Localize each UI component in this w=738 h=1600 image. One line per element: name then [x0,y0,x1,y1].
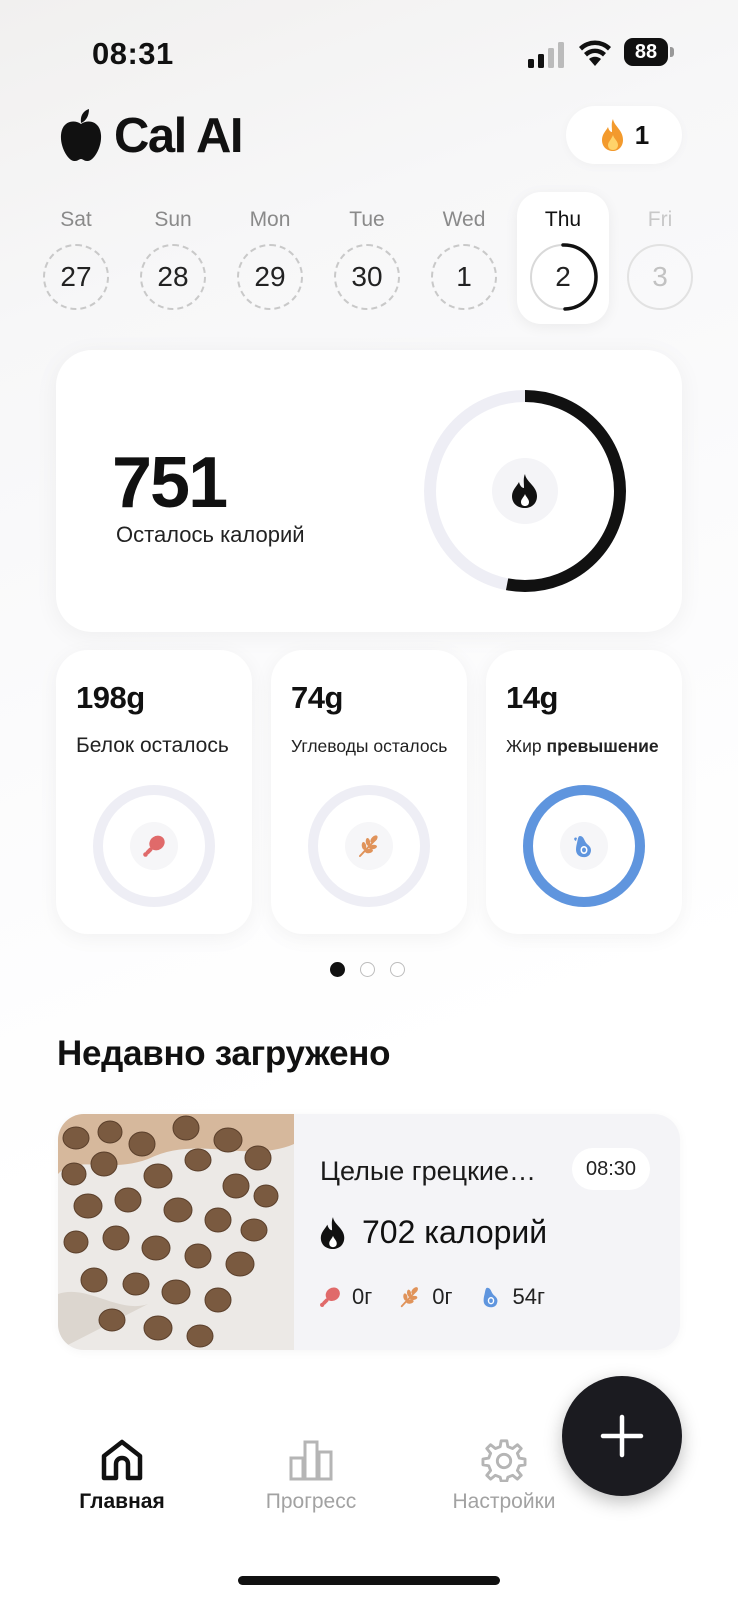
home-indicator [238,1576,500,1585]
day-sun[interactable]: Sun 28 [127,192,219,324]
day-tue[interactable]: Tue 30 [321,192,413,324]
day-thu[interactable]: Thu 2 [517,192,609,324]
day-name: Sun [154,208,192,231]
food-name: Целые грецкие… [320,1156,537,1186]
food-protein-value: 0г [352,1284,373,1309]
protein-label: Белок осталось [76,734,229,757]
day-date: 30 [334,244,400,310]
pager-dot[interactable] [330,962,345,977]
pager-dot[interactable] [390,962,405,977]
day-date: 1 [431,244,497,310]
nav-home-label: Главная [79,1490,165,1513]
flame-icon [512,474,537,508]
pager-dots [330,962,410,978]
food-photo [58,1114,294,1350]
week-strip: Sat 27 Sun 28 Mon 29 Tue 30 Wed 1 Thu 2 … [0,192,738,324]
bar-chart-icon [289,1440,333,1481]
food-calories-value: 702 калорий [362,1214,548,1250]
day-date: 27 [43,244,109,310]
recent-food-item[interactable]: Целые грецкие… 08:30 702 калорий 0г 0г 5… [58,1114,680,1350]
calories-card[interactable]: 751 Осталось калорий [56,350,682,632]
app-title: Cal AI [114,109,244,163]
day-date: 29 [237,244,303,310]
flame-icon [601,119,623,151]
app-header: Cal AI [58,104,244,168]
streak-button[interactable]: 1 [566,106,682,164]
fat-label-prefix: Жир [506,736,547,756]
wheat-icon [345,822,393,870]
wheat-icon [401,1287,419,1308]
nav-progress[interactable]: Прогресс [221,1438,401,1514]
day-name: Wed [442,208,486,231]
day-name: Sat [60,208,92,231]
day-wed[interactable]: Wed 1 [418,192,510,324]
carbs-value: 74g [291,680,343,715]
fat-label-status: превышение [546,736,659,756]
nav-settings-label: Настройки [452,1490,556,1513]
nav-progress-label: Прогресс [265,1490,357,1513]
calories-icon [492,458,558,524]
food-macros: 0г 0г 54г [318,1284,571,1310]
avocado-icon [560,822,608,870]
cellular-signal-icon [528,42,564,68]
protein-card[interactable]: 198g Белок осталось [56,650,252,934]
gear-icon [481,1439,527,1482]
nav-home[interactable]: Главная [32,1438,212,1514]
apple-logo-icon [60,109,102,162]
day-name: Fri [647,208,673,231]
day-fri[interactable]: Fri 3 [614,192,706,324]
plus-icon [600,1414,644,1458]
fat-card[interactable]: 14g Жир превышение [486,650,682,934]
food-fat: 54г [479,1284,546,1310]
pager-dot[interactable] [360,962,375,977]
status-time: 08:31 [92,36,174,71]
food-protein: 0г [318,1284,372,1310]
carbs-card[interactable]: 74g Углеводы осталось [271,650,467,934]
food-time: 08:30 [572,1148,650,1190]
day-date: 28 [140,244,206,310]
avocado-icon [483,1287,497,1308]
day-progress-arc [561,243,598,311]
status-bar: 08:31 88 [0,0,738,100]
calories-remaining-label: Осталось калорий [116,522,305,547]
home-icon [101,1439,143,1481]
drumstick-icon [320,1287,340,1307]
day-sat[interactable]: Sat 27 [30,192,122,324]
day-name: Thu [544,208,582,231]
flame-icon [320,1216,345,1249]
day-name: Tue [349,208,385,231]
food-calories: 702 калорий [318,1214,547,1251]
calories-remaining-value: 751 [112,443,228,523]
carbs-label: Углеводы осталось [291,736,448,756]
food-fat-value: 54г [512,1284,546,1309]
wifi-icon [579,40,611,66]
food-carbs-value: 0г [432,1284,453,1309]
day-date: 3 [627,244,693,310]
fat-value: 14g [506,680,558,715]
add-button[interactable] [562,1376,682,1496]
battery-icon: 88 [624,38,674,66]
day-date-active: 2 [530,243,598,311]
recent-section-title: Недавно загружено [57,1034,391,1073]
day-mon[interactable]: Mon 29 [224,192,316,324]
fat-label: Жир превышение [506,736,659,757]
battery-level: 88 [624,38,668,66]
streak-count: 1 [634,119,650,150]
drumstick-icon [130,822,178,870]
protein-value: 198g [76,680,145,715]
day-name: Mon [249,208,291,231]
food-carbs: 0г [398,1284,453,1310]
